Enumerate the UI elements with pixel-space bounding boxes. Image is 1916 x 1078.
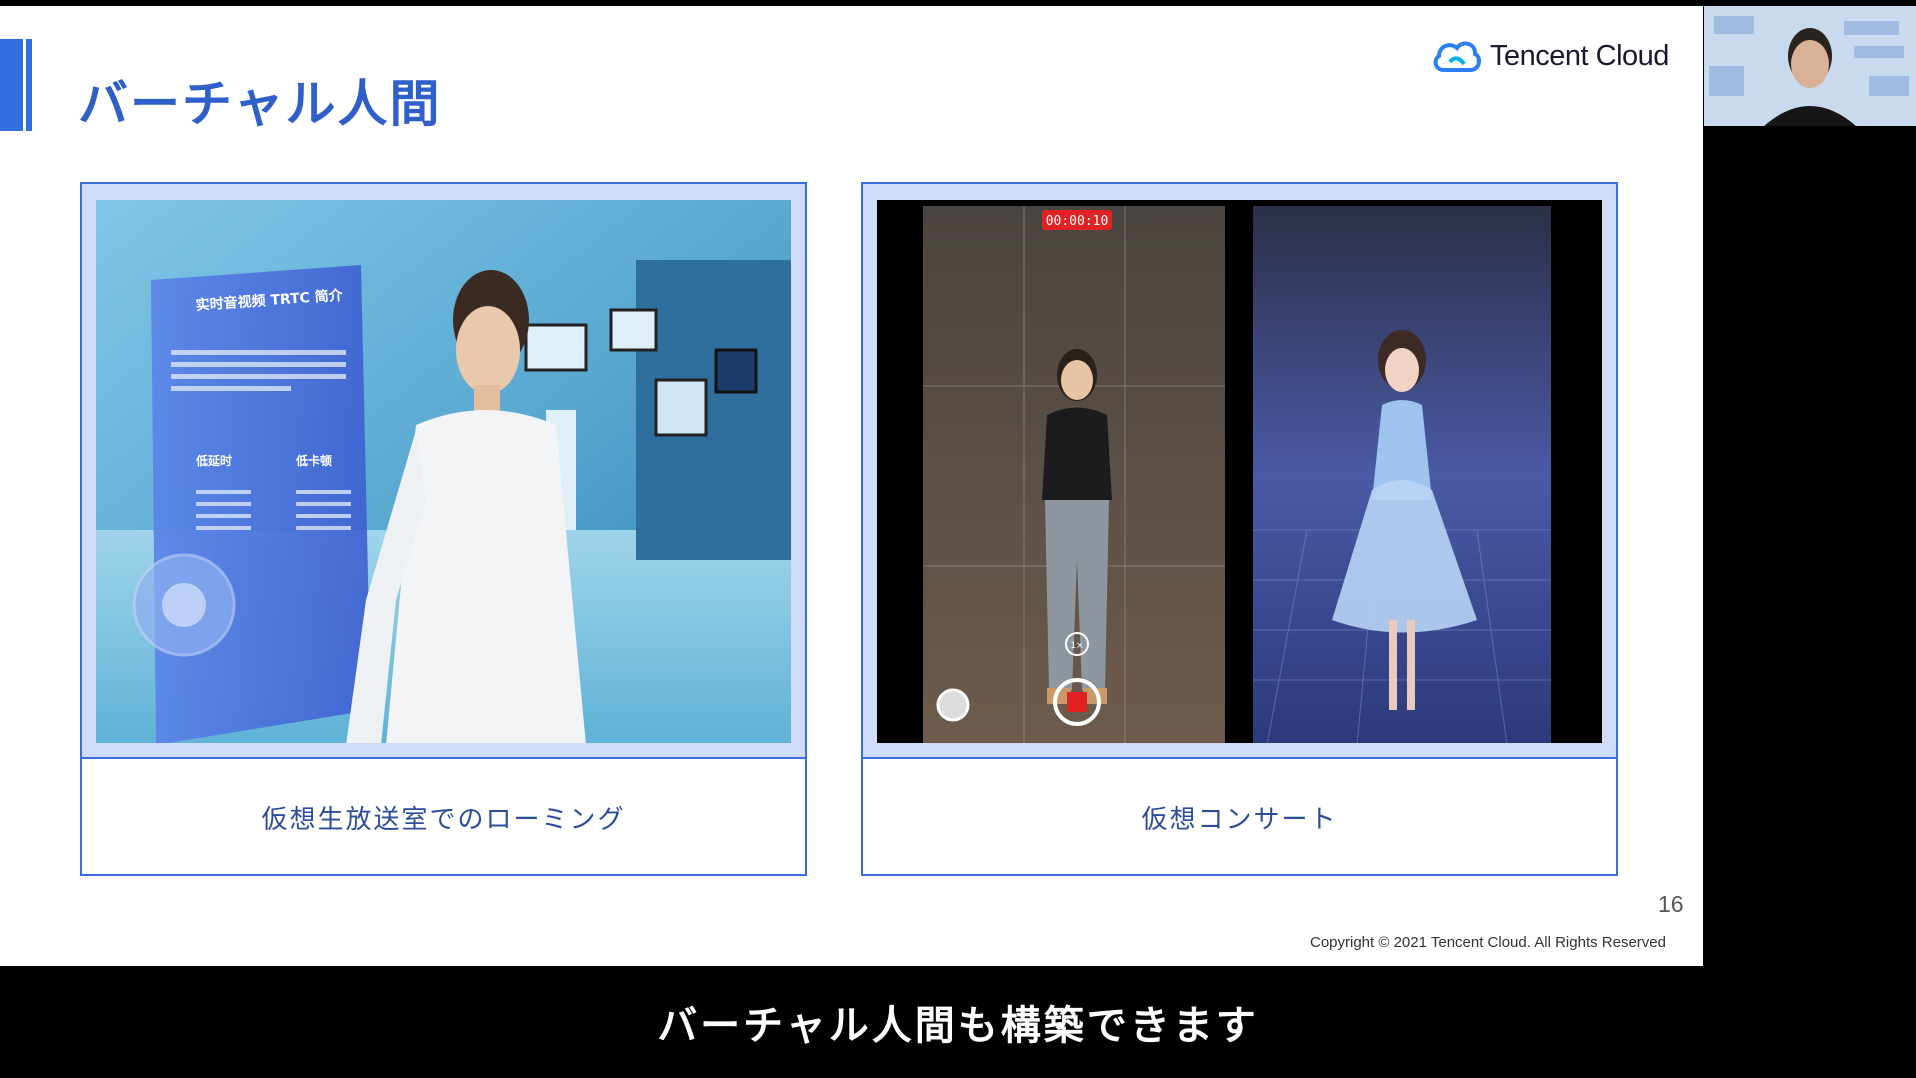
card-virtual-concert: 00:00:10 1× 仮想コンサート (861, 182, 1618, 876)
card-media: 00:00:10 1× (863, 184, 1616, 759)
cloud-logo-icon (1433, 41, 1481, 72)
panel-col1-head: 低延时 (195, 453, 232, 468)
record-timer: 00:00:10 (1046, 214, 1109, 229)
presenter-webcam (1704, 6, 1916, 126)
copyright-text: Copyright © 2021 Tencent Cloud. All Righ… (1310, 934, 1666, 951)
card-media: 实时音视频 TRTC 简介 低延时 低卡顿 (82, 184, 805, 759)
tencent-cloud-logo: Tencent Cloud (1430, 36, 1669, 76)
card-virtual-studio: 实时音视频 TRTC 简介 低延时 低卡顿 仮想生放送室でのローミング (80, 182, 807, 876)
page-number: 16 (1658, 891, 1684, 917)
shutter-button[interactable] (936, 688, 970, 722)
subtitle-bar: バーチャル人間も構築できます (0, 966, 1916, 1078)
virtual-studio-image: 实时音视频 TRTC 简介 低延时 低卡顿 (96, 200, 791, 743)
card-caption: 仮想コンサート (1141, 805, 1338, 835)
title-accent-bar (0, 39, 32, 131)
panel-col2-head: 低卡顿 (295, 453, 332, 468)
slide-title: バーチャル人間 (78, 75, 442, 133)
card-caption: 仮想生放送室でのローミング (261, 805, 626, 835)
presentation-slide: バーチャル人間 Tencent Cloud 实时音视频 TRTC 简介 低延时 … (0, 6, 1703, 966)
virtual-concert-image: 00:00:10 1× (877, 200, 1602, 743)
zoom-label: 1× (1070, 641, 1083, 651)
subtitle-text: バーチャル人間も構築できます (657, 1003, 1259, 1049)
logo-text: Tencent Cloud (1490, 39, 1669, 72)
